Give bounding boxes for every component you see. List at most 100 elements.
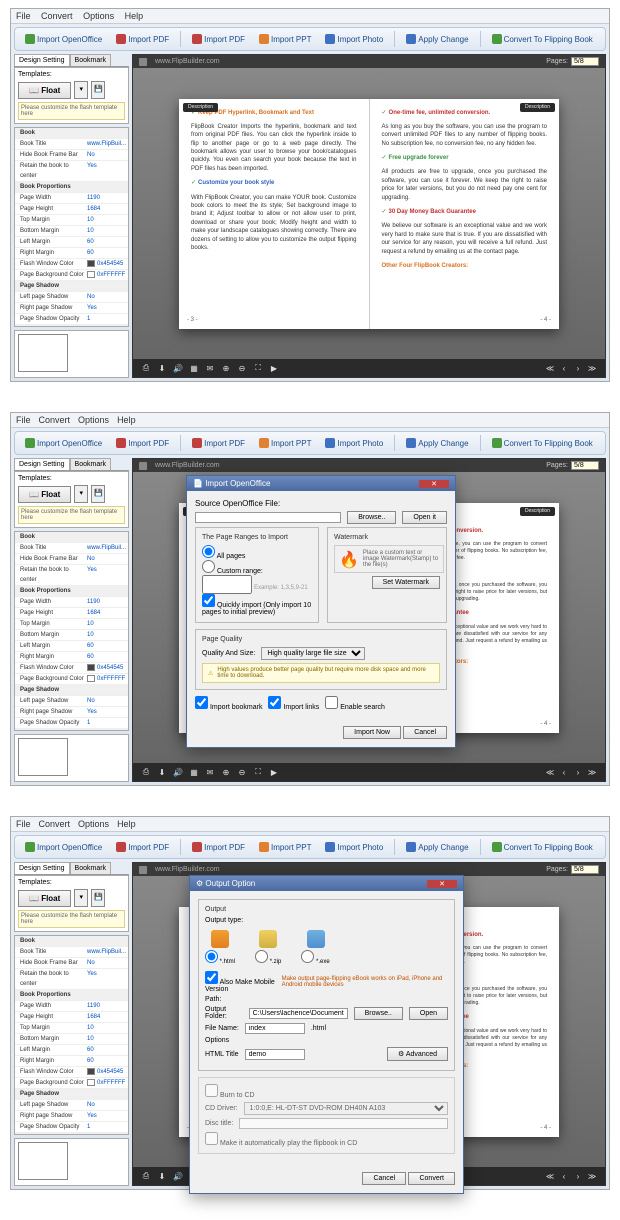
property-row[interactable]: Book Titlewww.FlipBuil... [15,139,128,150]
custom-range-radio[interactable]: Custom range: [202,568,263,575]
disc-title-input[interactable] [239,1118,448,1129]
import-photo-button[interactable]: Import Photo [320,31,388,47]
quality-select[interactable]: High quality large file size [261,647,365,660]
open-button[interactable]: Open it [402,511,447,524]
enable-search-checkbox[interactable]: Enable search [325,696,385,711]
sound-icon[interactable]: 🔊 [173,363,183,373]
output-type-html[interactable]: *.html [205,930,235,965]
property-row[interactable]: Book [15,532,128,543]
property-grid[interactable]: BookBook Titlewww.FlipBuil...Hide Book F… [14,531,129,731]
first-page-icon[interactable]: ≪ [545,363,555,373]
property-row[interactable]: Left page ShadowNo [15,1100,128,1111]
custom-range-input[interactable] [202,575,252,594]
import-pdf-button[interactable]: Import PDF [111,435,174,451]
convert-button[interactable]: Convert [408,1172,455,1185]
property-row[interactable]: Hide Book Frame BarNo [15,958,128,969]
property-row[interactable]: Page Width1190 [15,1001,128,1012]
close-icon[interactable]: ✕ [427,880,457,888]
property-row[interactable]: Page Width1190 [15,193,128,204]
tab-design-setting[interactable]: Design Setting [14,54,70,66]
menu-help[interactable]: Help [125,11,144,21]
property-row[interactable]: Page Height1684 [15,608,128,619]
output-type-exe[interactable]: *.exe [301,930,329,965]
property-row[interactable]: Flash Window Color0x454545 [15,259,128,270]
property-row[interactable]: Left page ShadowNo [15,696,128,707]
menu-file[interactable]: File [16,11,31,21]
zoom-out-icon[interactable]: ⊖ [237,363,247,373]
property-row[interactable]: Hide Book Frame BarNo [15,150,128,161]
property-row[interactable]: Top Margin10 [15,1023,128,1034]
source-file-input[interactable] [195,512,341,523]
output-folder-input[interactable] [249,1008,348,1019]
property-row[interactable]: Left Margin60 [15,237,128,248]
prev-page-icon[interactable]: ‹ [559,363,569,373]
set-watermark-button[interactable]: Set Watermark [372,576,440,589]
file-name-input[interactable] [245,1023,305,1034]
property-grid[interactable]: BookBook Titlewww.FlipBuil...Hide Book F… [14,127,129,327]
property-row[interactable]: Bottom Margin10 [15,630,128,641]
property-row[interactable]: Page Background Color0xFFFFFF [15,674,128,685]
download-icon[interactable]: ⬇ [157,363,167,373]
browse-button[interactable]: Browse.. [347,511,396,524]
autoplay-checkbox[interactable]: Make it automatically play the flipbook … [205,1140,357,1147]
convert-button[interactable]: Convert To Flipping Book [487,31,598,47]
property-row[interactable]: Background Config [15,325,128,327]
property-row[interactable]: Page Shadow [15,1089,128,1100]
property-row[interactable]: Page Height1684 [15,1012,128,1023]
mobile-version-checkbox[interactable]: Also Make Mobile Version [205,971,276,993]
property-row[interactable]: Left page ShadowNo [15,292,128,303]
property-row[interactable]: Right page ShadowYes [15,1111,128,1122]
all-pages-radio[interactable]: All pages [202,553,245,560]
property-row[interactable]: Page Shadow [15,281,128,292]
template-save[interactable]: 💾 [91,81,105,99]
import-openoffice-button[interactable]: Import OpenOffice [20,31,107,47]
next-page-icon[interactable]: › [573,363,583,373]
property-row[interactable]: Book Proportions [15,586,128,597]
property-row[interactable]: Top Margin10 [15,619,128,630]
property-row[interactable]: Page Shadow Opacity1 [15,718,128,729]
property-row[interactable]: Right page ShadowYes [15,707,128,718]
property-row[interactable]: Page Background Color0xFFFFFF [15,270,128,281]
menu-options[interactable]: Options [83,11,114,21]
import-pdf-button[interactable]: Import PDF [111,31,174,47]
print-icon[interactable]: ⎙ [141,363,151,373]
property-row[interactable]: Hide Book Frame BarNo [15,554,128,565]
book-preview[interactable]: Description ✓Keep PDF Hyperlink, Bookmar… [179,99,559,329]
property-row[interactable]: Book Proportions [15,990,128,1001]
page-input[interactable] [571,57,599,66]
import-now-button[interactable]: Import Now [343,726,401,739]
tab-bookmark[interactable]: Bookmark [70,54,112,66]
property-row[interactable]: Bottom Margin10 [15,1034,128,1045]
autoplay-icon[interactable]: ▶ [269,363,279,373]
open-button[interactable]: Open [409,1007,448,1020]
property-row[interactable]: Retain the book to centerYes [15,969,128,990]
preview-thumbnail[interactable] [18,334,68,372]
property-row[interactable]: Retain the book to centerYes [15,565,128,586]
property-row[interactable]: Page Shadow Opacity1 [15,314,128,325]
template-dropdown[interactable]: ▾ [74,81,88,99]
import-links-checkbox[interactable]: Import links [268,696,319,711]
property-row[interactable]: Book Proportions [15,182,128,193]
property-row[interactable]: Page Shadow Opacity1 [15,1122,128,1133]
quick-import-checkbox[interactable]: Quickly import (Only import 10 pages to … [202,602,311,616]
output-type-zip[interactable]: *.zip [255,930,281,965]
property-row[interactable]: Page Width1190 [15,597,128,608]
fullscreen-icon[interactable]: ⛶ [253,363,263,373]
property-row[interactable]: Right Margin60 [15,652,128,663]
import-pdf-button-2[interactable]: Import PDF [187,31,250,47]
property-row[interactable]: Flash Window Color0x454545 [15,663,128,674]
property-row[interactable]: Book [15,936,128,947]
property-row[interactable]: Right Margin60 [15,1056,128,1067]
close-icon[interactable]: ✕ [419,480,449,488]
property-row[interactable]: Retain the book to centerYes [15,161,128,182]
property-row[interactable]: Flash Window Color0x454545 [15,1067,128,1078]
property-row[interactable]: Top Margin10 [15,215,128,226]
apply-change-button[interactable]: Apply Change [401,31,473,47]
property-row[interactable]: Bottom Margin10 [15,226,128,237]
zoom-in-icon[interactable]: ⊕ [221,363,231,373]
cancel-button[interactable]: Cancel [403,726,447,739]
import-bookmark-checkbox[interactable]: Import bookmark [195,696,262,711]
burn-cd-checkbox[interactable]: Burn to CD [205,1092,255,1099]
property-row[interactable]: Page Background Color0xFFFFFF [15,1078,128,1089]
menu-convert[interactable]: Convert [41,11,73,21]
